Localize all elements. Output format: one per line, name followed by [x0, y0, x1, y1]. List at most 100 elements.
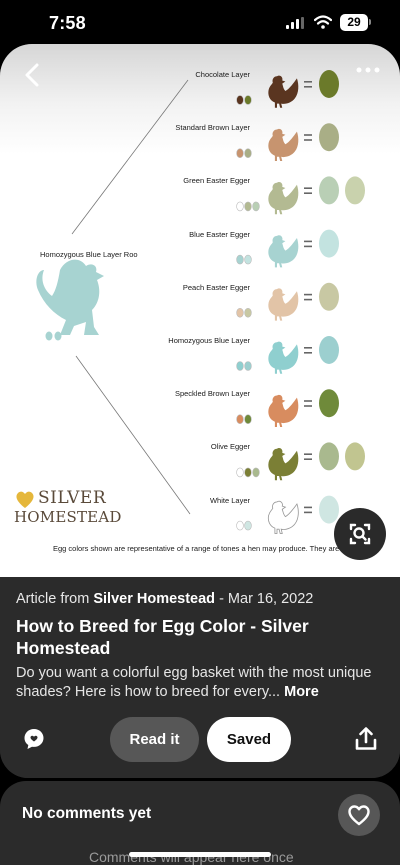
parent-egg — [236, 361, 244, 371]
read-it-button[interactable]: Read it — [110, 717, 199, 762]
roo-label: Homozygous Blue Layer Roo — [40, 250, 138, 259]
status-time: 7:58 — [49, 13, 86, 33]
comment-icon[interactable] — [22, 727, 46, 751]
heart-icon — [348, 805, 370, 826]
layer-label: White Layer — [209, 495, 250, 505]
result-egg — [319, 70, 339, 98]
result-egg — [319, 336, 339, 364]
equals-sign — [304, 511, 312, 514]
layer-label: Green Easter Egger — [183, 176, 250, 186]
equals-sign — [304, 458, 312, 460]
equals-sign — [304, 405, 312, 407]
rooster-silhouette — [36, 259, 104, 335]
saved-button[interactable]: Saved — [207, 717, 291, 762]
layer-label: Speckled Brown Layer — [174, 389, 250, 399]
parent-egg — [236, 95, 244, 105]
parent-egg — [244, 201, 252, 212]
wifi-icon — [314, 15, 332, 29]
pin-image[interactable]: Chocolate Layer Standard Brown Layer Green… — [0, 44, 400, 577]
hen-silhouette — [268, 288, 299, 321]
equals-sign — [304, 245, 312, 248]
parent-egg — [236, 201, 244, 212]
parent-egg — [244, 361, 252, 371]
back-arrow-icon[interactable] — [22, 62, 42, 88]
parent-egg — [244, 520, 252, 531]
home-indicator — [129, 852, 271, 857]
pin-info: Article from Silver Homestead - Mar 16, … — [0, 577, 400, 778]
logo-bottom-text: HOMESTEAD — [14, 508, 122, 526]
parent-egg — [252, 467, 260, 478]
layer-label: Standard Brown Layer — [175, 123, 250, 133]
result-egg — [319, 442, 339, 471]
equals-sign — [304, 347, 312, 349]
no-comments-label: No comments yet — [22, 805, 152, 822]
parent-egg — [236, 254, 244, 265]
silver-homestead-logo: SILVER HOMESTEAD — [14, 488, 121, 534]
equals-sign — [304, 453, 312, 455]
result-egg — [319, 123, 339, 152]
signal-icon — [286, 17, 304, 29]
visual-search-icon — [349, 523, 371, 545]
visual-search-button[interactable] — [334, 508, 386, 560]
parent-egg — [244, 467, 252, 478]
parent-egg — [252, 201, 260, 212]
parent-egg — [236, 148, 244, 158]
parent-egg — [236, 414, 244, 425]
article-title[interactable]: How to Breed for Egg Color - Silver Home… — [16, 615, 346, 659]
parent-egg — [244, 307, 252, 318]
hen-silhouette — [268, 341, 299, 374]
equals-sign — [304, 139, 312, 141]
equals-sign — [304, 86, 312, 88]
article-source-line: Article from Silver Homestead - Mar 16, … — [16, 591, 313, 607]
equals-sign — [304, 506, 312, 509]
equals-sign — [304, 187, 312, 189]
hen-silhouette — [267, 500, 299, 534]
layer-label: Blue Easter Egger — [189, 229, 250, 239]
equals-sign — [304, 240, 312, 243]
status-bar: 7:58 29 — [0, 0, 400, 46]
pin-card: Chocolate Layer Standard Brown Layer Green… — [0, 44, 400, 778]
article-description: Do you want a colorful egg basket with t… — [16, 664, 386, 702]
hen-silhouette — [268, 394, 299, 427]
rooster-egg — [45, 331, 53, 341]
more-link[interactable]: More — [284, 684, 319, 700]
layer-label: Olive Egger — [210, 442, 250, 452]
equals-sign — [304, 192, 312, 194]
parent-egg — [236, 467, 244, 478]
equals-sign — [304, 298, 312, 301]
share-icon[interactable] — [355, 727, 377, 751]
pedigree-line-top — [71, 79, 189, 235]
hen-silhouette — [268, 182, 299, 215]
rooster-egg — [54, 331, 62, 341]
layer-label: Peach Easter Egger — [182, 282, 250, 292]
logo-top-text: SILVER — [38, 488, 107, 508]
result-egg — [319, 282, 339, 311]
heart-button[interactable] — [338, 794, 380, 836]
parent-egg — [244, 148, 252, 158]
parent-egg — [236, 520, 244, 531]
parent-egg — [244, 254, 252, 265]
more-dots-icon[interactable] — [356, 66, 380, 74]
equals-sign — [304, 81, 312, 83]
parent-egg — [244, 95, 252, 105]
source-link[interactable]: Silver Homestead — [93, 591, 215, 607]
equals-sign — [304, 134, 312, 136]
result-egg — [319, 176, 339, 205]
hen-silhouette — [268, 448, 299, 481]
article-date: - Mar 16, 2022 — [215, 591, 314, 607]
source-prefix: Article from — [16, 591, 94, 607]
heart-logo-icon — [16, 491, 34, 508]
equals-sign — [304, 293, 312, 296]
hen-silhouette — [268, 235, 299, 268]
parent-egg — [244, 414, 252, 425]
result-egg — [319, 389, 339, 418]
equals-sign — [304, 352, 312, 354]
result-egg — [345, 442, 365, 471]
result-egg — [345, 176, 365, 205]
result-egg — [319, 229, 339, 258]
disclaimer-text: Egg colors shown are representative of a… — [53, 544, 374, 553]
battery-icon: 29 — [340, 14, 368, 31]
layer-label: Homozygous Blue Layer — [168, 336, 250, 345]
layer-label: Chocolate Layer — [195, 70, 250, 79]
parent-egg — [236, 307, 244, 318]
